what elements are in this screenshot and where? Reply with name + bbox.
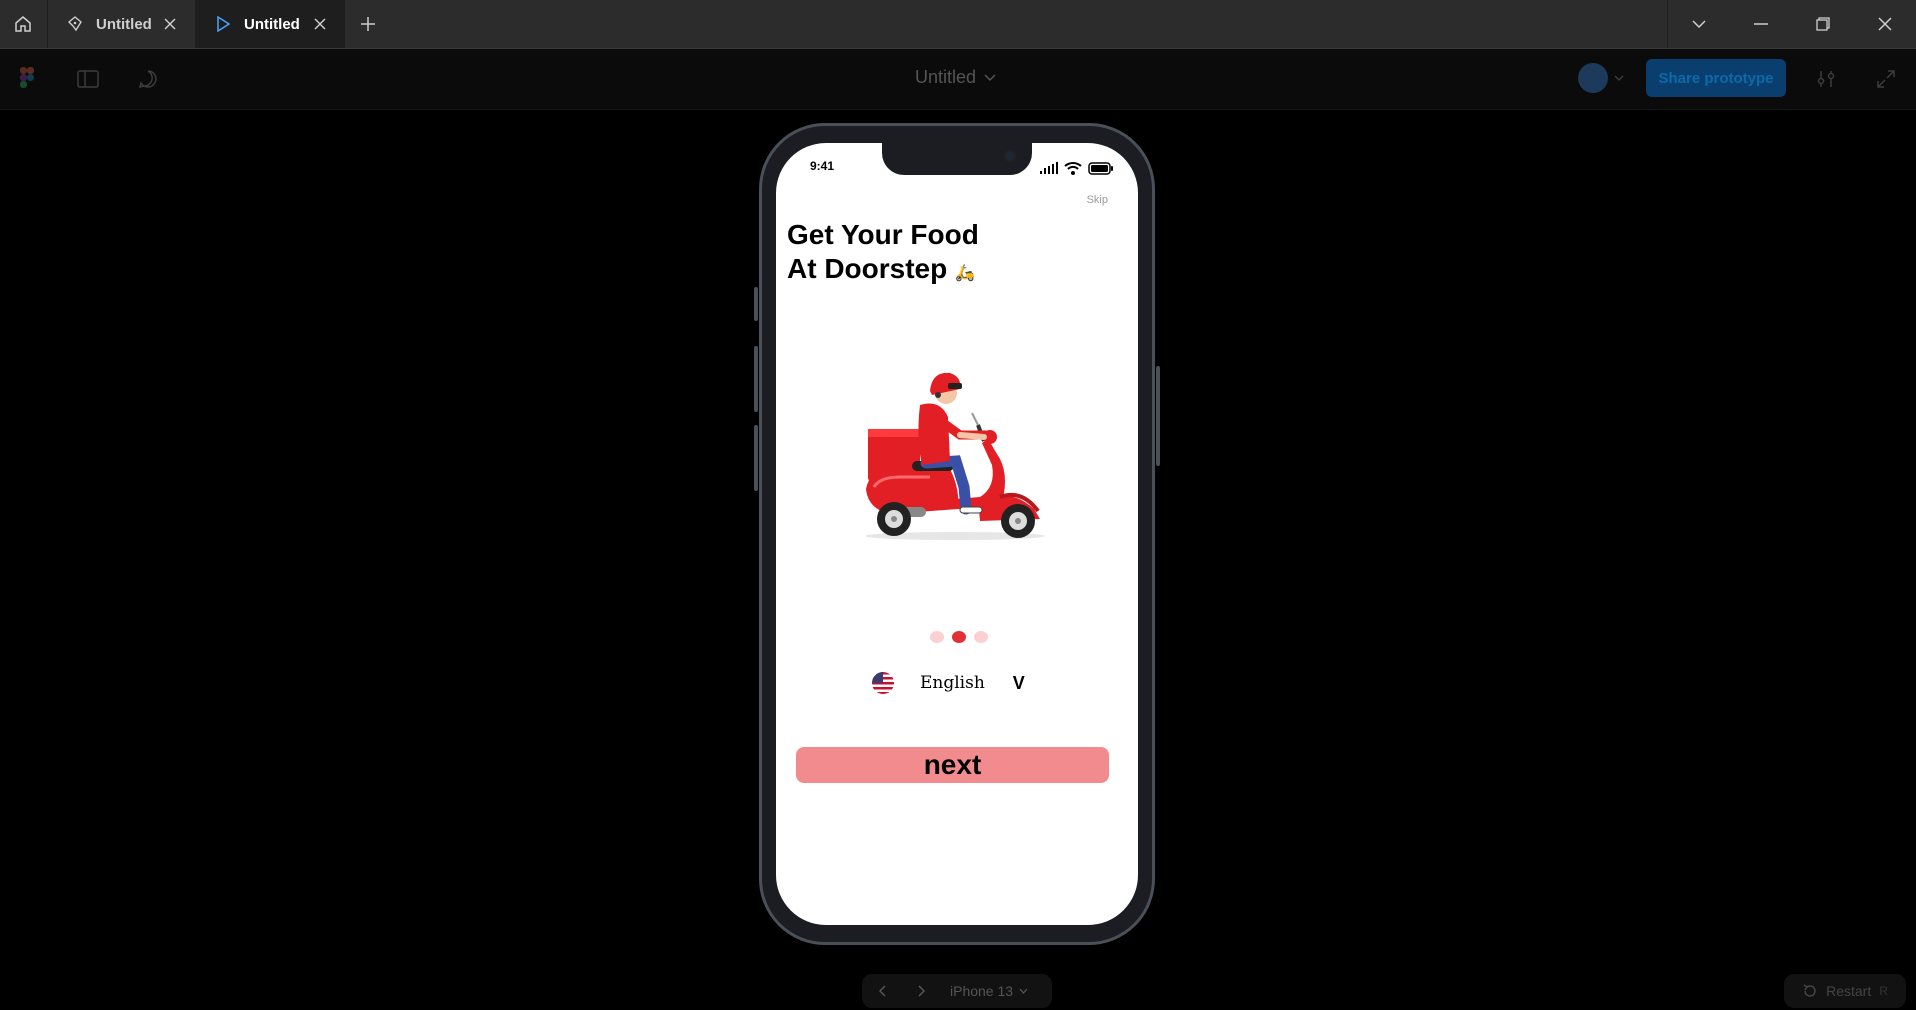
- close-window-icon[interactable]: [1854, 0, 1916, 48]
- us-flag-icon: [872, 672, 894, 694]
- page-indicator: [930, 631, 988, 643]
- language-selector[interactable]: English V: [872, 669, 1042, 697]
- play-prototype-icon: [212, 13, 234, 35]
- signal-icon: [1040, 162, 1058, 174]
- headline-line-1: Get Your Food: [787, 219, 979, 250]
- design-file-icon: [64, 13, 86, 35]
- home-icon[interactable]: [0, 0, 46, 48]
- status-time: 9:41: [810, 159, 835, 173]
- scooter-emoji: 🛵: [955, 265, 975, 282]
- next-frame-icon[interactable]: [902, 974, 942, 1008]
- document-title[interactable]: Untitled: [915, 67, 996, 88]
- document-title-label: Untitled: [915, 67, 977, 87]
- volume-down-button: [754, 425, 758, 491]
- device-selector[interactable]: iPhone 13: [950, 983, 1028, 999]
- restart-button[interactable]: Restart R: [1784, 974, 1906, 1008]
- skip-link[interactable]: Skip: [1087, 194, 1108, 206]
- onboarding-headline: Get Your Food At Doorstep 🛵: [787, 218, 979, 291]
- device-label: iPhone 13: [950, 983, 1014, 999]
- page-dot-active[interactable]: [952, 631, 966, 643]
- next-button[interactable]: next: [796, 747, 1109, 783]
- language-label: English: [920, 673, 985, 693]
- chevron-down-icon[interactable]: [1668, 0, 1730, 48]
- tab-design-file[interactable]: Untitled: [47, 0, 195, 48]
- sidebar-toggle-icon[interactable]: [76, 67, 100, 91]
- prototype-toolbar: Untitled Share prototype: [0, 49, 1916, 110]
- minimize-icon[interactable]: [1730, 0, 1792, 48]
- previous-frame-icon[interactable]: [862, 974, 902, 1008]
- phone-screen: 9:41 Skip Get Your Food At Doorstep 🛵 En…: [776, 143, 1138, 925]
- restart-shortcut: R: [1879, 984, 1888, 998]
- restart-icon: [1803, 984, 1816, 997]
- battery-icon: [1088, 161, 1113, 175]
- prototype-navigation: iPhone 13: [862, 974, 1052, 1008]
- tab-label: Untitled: [244, 15, 300, 33]
- figma-logo-icon[interactable]: [20, 67, 34, 89]
- chevron-down-icon[interactable]: [1614, 69, 1624, 87]
- restore-window-icon[interactable]: [1792, 0, 1854, 48]
- chevron-down-icon: V: [1012, 672, 1025, 693]
- mute-switch: [754, 287, 758, 321]
- notch: [882, 143, 1032, 175]
- wifi-icon: [1064, 162, 1082, 175]
- volume-up-button: [754, 346, 758, 412]
- tab-prototype[interactable]: Untitled: [195, 0, 345, 48]
- headline-line-2: At Doorstep: [787, 253, 948, 284]
- status-icons: [1040, 161, 1114, 175]
- camera-icon: [1004, 150, 1016, 162]
- new-tab-icon[interactable]: [356, 12, 380, 36]
- window-controls: [1667, 0, 1916, 48]
- settings-sliders-icon[interactable]: [1813, 66, 1839, 92]
- avatar[interactable]: [1578, 63, 1608, 93]
- chevron-down-icon: [984, 73, 996, 81]
- comment-icon[interactable]: [136, 67, 160, 91]
- page-dot[interactable]: [974, 631, 988, 643]
- chevron-down-icon: [1019, 988, 1028, 994]
- expand-icon[interactable]: [1873, 66, 1899, 92]
- page-dot[interactable]: [930, 631, 944, 643]
- share-prototype-button[interactable]: Share prototype: [1646, 59, 1786, 97]
- tab-label: Untitled: [96, 15, 152, 33]
- delivery-scooter-illustration: [860, 369, 1050, 549]
- power-button: [1156, 366, 1160, 466]
- close-tab-icon[interactable]: [309, 13, 331, 35]
- close-tab-icon[interactable]: [159, 13, 181, 35]
- restart-label: Restart: [1826, 983, 1872, 999]
- title-bar: Untitled Untitled: [0, 0, 1916, 49]
